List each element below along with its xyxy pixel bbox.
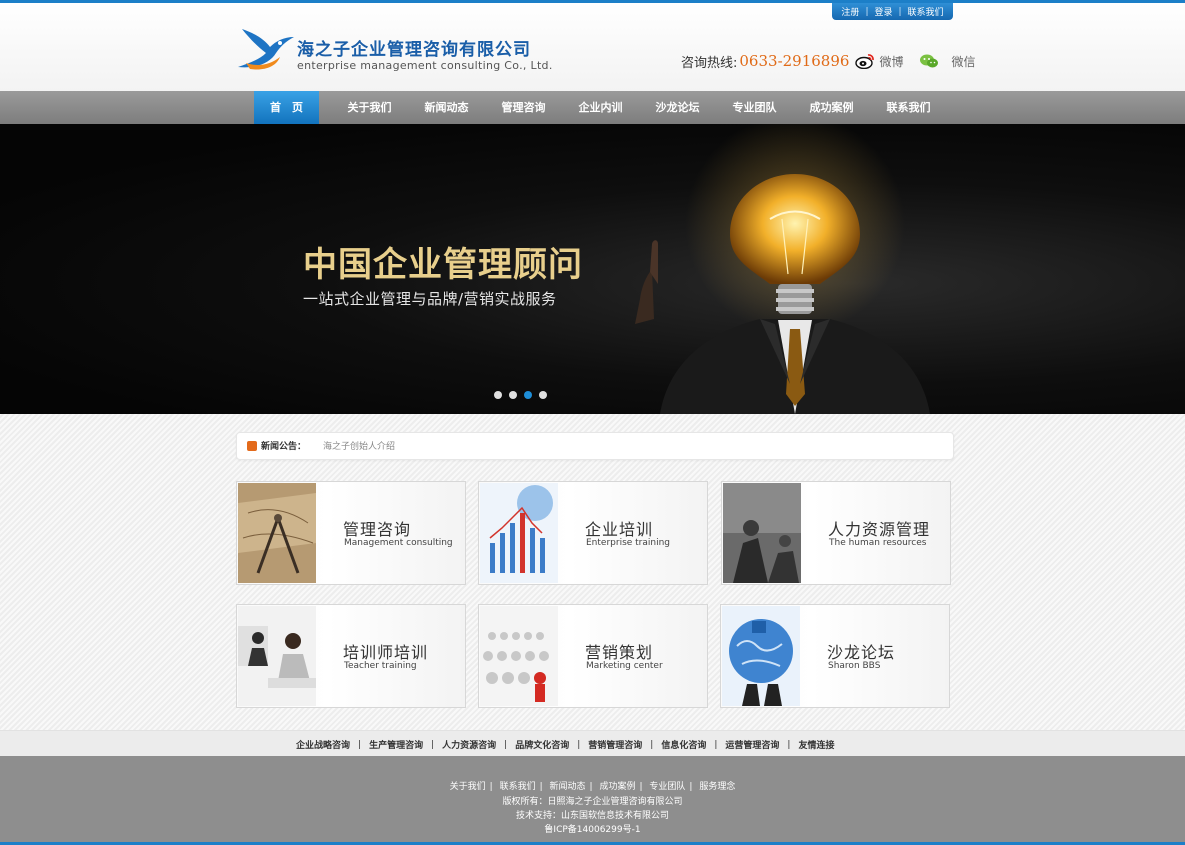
link-marketing[interactable]: 营销管理咨询 bbox=[588, 738, 642, 751]
service-card-management[interactable]: 管理咨询 Management consulting bbox=[236, 481, 466, 585]
tech-support-text: 技术支持：山东国软信息技术有限公司 bbox=[515, 811, 669, 821]
bar-chart-icon bbox=[480, 483, 558, 583]
news-label: 新闻公告： bbox=[261, 442, 307, 452]
card-title: 沙龙论坛 bbox=[827, 643, 896, 662]
separator: | bbox=[898, 6, 902, 17]
footer: 关于我们 | 联系我们 | 新闻动态 | 成功案例 | 专业团队 | 服务理念 版权所有：… bbox=[0, 756, 1185, 842]
nav-news[interactable]: 新闻动态 bbox=[408, 91, 485, 124]
wechat-icon bbox=[920, 54, 939, 68]
card-subtitle: Sharon BBS bbox=[828, 661, 881, 671]
separator: | bbox=[689, 782, 693, 792]
banner-subtitle: 一站式企业管理与品牌/营销实战服务 bbox=[303, 290, 557, 308]
nav-about[interactable]: 关于我们 bbox=[331, 91, 408, 124]
wechat-link[interactable]: 微信 bbox=[909, 53, 975, 70]
top-links: 注册 | 登录 | 联系我们 bbox=[832, 3, 953, 20]
nav-salon[interactable]: 沙龙论坛 bbox=[639, 91, 716, 124]
separator: | bbox=[650, 739, 654, 750]
separator: | bbox=[431, 739, 435, 750]
slide-dot-2[interactable] bbox=[509, 391, 517, 399]
copyright-text: 版权所有：日照海之子企业管理咨询有限公司 bbox=[502, 797, 683, 807]
footer-link-contact[interactable]: 联系我们 bbox=[500, 782, 536, 792]
crowd-icon bbox=[480, 606, 558, 706]
service-links-bar: 企业战略咨询 | 生产管理咨询 | 人力资源咨询 | 品牌文化咨询 | 营销管理咨询 | … bbox=[0, 730, 1185, 757]
footer-link-cases[interactable]: 成功案例 bbox=[599, 782, 635, 792]
nav-contact[interactable]: 联系我们 bbox=[870, 91, 947, 124]
nav-consulting[interactable]: 管理咨询 bbox=[485, 91, 562, 124]
separator: | bbox=[577, 739, 581, 750]
separator: | bbox=[714, 739, 718, 750]
service-card-teacher[interactable]: 培训师培训 Teacher training bbox=[236, 604, 466, 708]
separator: | bbox=[639, 782, 643, 792]
footer-link-team[interactable]: 专业团队 bbox=[649, 782, 685, 792]
footer-link-news[interactable]: 新闻动态 bbox=[550, 782, 586, 792]
link-operations[interactable]: 运营管理咨询 bbox=[725, 738, 779, 751]
weibo-icon bbox=[855, 54, 875, 69]
register-link[interactable]: 注册 bbox=[841, 5, 859, 18]
main-nav: 首 页 关于我们 新闻动态 管理咨询 企业内训 沙龙论坛 专业团队 成功案例 联… bbox=[0, 91, 1185, 124]
card-title: 管理咨询 bbox=[343, 520, 412, 539]
slide-indicators bbox=[494, 391, 547, 399]
separator: | bbox=[865, 6, 869, 17]
hero-banner[interactable]: 中国企业管理顾问 一站式企业管理与品牌/营销实战服务 bbox=[0, 124, 1185, 414]
card-subtitle: Management consulting bbox=[344, 538, 453, 548]
weibo-link[interactable]: 微博 bbox=[855, 53, 903, 70]
announcement-icon bbox=[247, 441, 257, 451]
card-subtitle: Enterprise training bbox=[586, 538, 671, 548]
slide-dot-1[interactable] bbox=[494, 391, 502, 399]
card-subtitle: Teacher training bbox=[344, 661, 417, 671]
hotline: 咨询热线: 0633-2916896 微博 微信 bbox=[681, 50, 975, 72]
company-name-en: enterprise management consulting Co., Lt… bbox=[297, 59, 553, 72]
separator: | bbox=[589, 782, 593, 792]
footer-link-about[interactable]: 关于我们 bbox=[450, 782, 486, 792]
people-chess-icon bbox=[723, 483, 801, 583]
login-link[interactable]: 登录 bbox=[874, 5, 892, 18]
contact-link[interactable]: 联系我们 bbox=[908, 5, 944, 18]
slide-dot-3[interactable] bbox=[524, 391, 532, 399]
card-title: 培训师培训 bbox=[343, 643, 429, 662]
hotline-number: 0633-2916896 bbox=[739, 52, 850, 70]
company-name: 海之子企业管理咨询有限公司 bbox=[297, 40, 531, 60]
card-title: 营销策划 bbox=[585, 643, 654, 662]
lightbulb-man-image bbox=[635, 124, 930, 414]
compass-map-icon bbox=[238, 483, 316, 583]
bird-logo-icon bbox=[238, 29, 294, 70]
news-ticker: 新闻公告： 海之子创始人介绍 bbox=[236, 432, 954, 460]
link-strategy[interactable]: 企业战略咨询 bbox=[296, 738, 350, 751]
service-card-marketing[interactable]: 营销策划 Marketing center bbox=[478, 604, 708, 708]
banner-title: 中国企业管理顾问 bbox=[303, 245, 583, 285]
globe-puzzle-icon bbox=[722, 606, 800, 706]
nav-home[interactable]: 首 页 bbox=[254, 91, 319, 124]
card-subtitle: The human resources bbox=[829, 538, 927, 548]
link-friends[interactable]: 友情连接 bbox=[798, 738, 834, 751]
card-title: 人力资源管理 bbox=[828, 520, 931, 539]
separator: | bbox=[358, 739, 362, 750]
link-it[interactable]: 信息化咨询 bbox=[661, 738, 706, 751]
service-card-salon[interactable]: 沙龙论坛 Sharon BBS bbox=[720, 604, 950, 708]
icp-text[interactable]: 鲁ICP备14006299号-1 bbox=[0, 822, 1185, 835]
header: 注册 | 登录 | 联系我们 海之子企业管理咨询有限公司 enterprise … bbox=[0, 3, 1185, 91]
weibo-label: 微博 bbox=[879, 54, 904, 69]
meeting-icon bbox=[238, 606, 316, 706]
link-hr[interactable]: 人力资源咨询 bbox=[442, 738, 496, 751]
separator: | bbox=[787, 739, 791, 750]
service-card-hr[interactable]: 人力资源管理 The human resources bbox=[721, 481, 951, 585]
separator: | bbox=[539, 782, 543, 792]
link-production[interactable]: 生产管理咨询 bbox=[369, 738, 423, 751]
service-card-training[interactable]: 企业培训 Enterprise training bbox=[478, 481, 708, 585]
link-brand[interactable]: 品牌文化咨询 bbox=[515, 738, 569, 751]
wechat-label: 微信 bbox=[951, 54, 976, 69]
nav-team[interactable]: 专业团队 bbox=[716, 91, 793, 124]
nav-training[interactable]: 企业内训 bbox=[562, 91, 639, 124]
card-subtitle: Marketing center bbox=[586, 661, 663, 671]
card-title: 企业培训 bbox=[585, 520, 654, 539]
footer-nav: 关于我们 | 联系我们 | 新闻动态 | 成功案例 | 专业团队 | 服务理念 bbox=[0, 779, 1185, 792]
hotline-label: 咨询热线: bbox=[681, 55, 738, 71]
footer-link-philosophy[interactable]: 服务理念 bbox=[699, 782, 735, 792]
separator: | bbox=[504, 739, 508, 750]
logo[interactable]: 海之子企业管理咨询有限公司 enterprise management cons… bbox=[236, 23, 566, 73]
separator: | bbox=[489, 782, 493, 792]
slide-dot-4[interactable] bbox=[539, 391, 547, 399]
nav-cases[interactable]: 成功案例 bbox=[793, 91, 870, 124]
news-item[interactable]: 海之子创始人介绍 bbox=[323, 439, 395, 452]
